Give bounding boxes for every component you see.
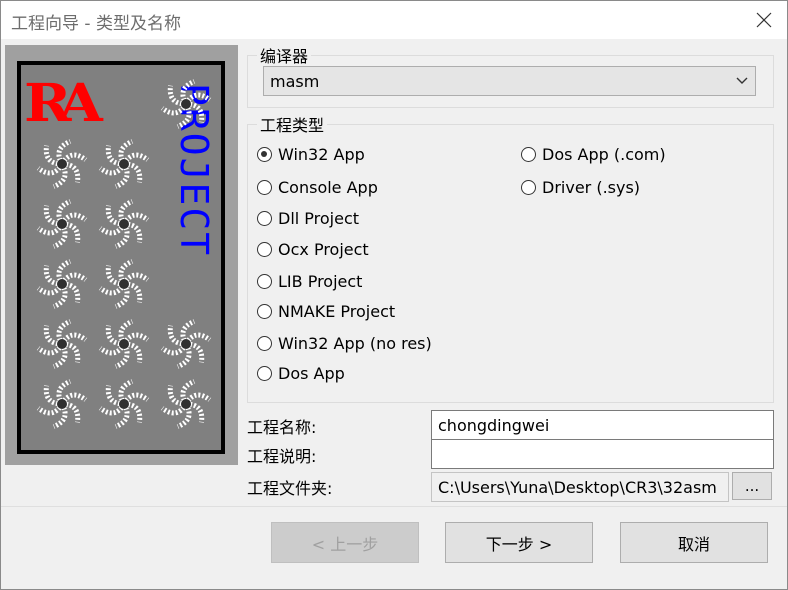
footer-separator: [1, 506, 787, 507]
radio-label: Win32 App: [278, 145, 365, 164]
project-image: RA PROJECT: [17, 61, 225, 454]
swirl-icon: [160, 379, 212, 429]
dialog-window: 工程向导 - 类型及名称 RA PROJECT 编译器 masm 工程类型 Wi…: [0, 0, 788, 590]
swirl-icon: [98, 319, 150, 369]
swirl-icon: [98, 379, 150, 429]
radio-win32-app-no-res[interactable]: Win32 App (no res): [257, 334, 432, 353]
window-title: 工程向导 - 类型及名称: [11, 14, 181, 34]
prev-button[interactable]: < 上一步: [271, 522, 419, 563]
radio-dot: [257, 274, 272, 289]
radio-label: NMAKE Project: [278, 302, 396, 321]
radio-label: Win32 App (no res): [278, 334, 432, 353]
radio-console-app[interactable]: Console App: [257, 178, 378, 197]
radio-dot: [257, 366, 272, 381]
radio-ocx-project[interactable]: Ocx Project: [257, 240, 369, 259]
radio-dot: [257, 147, 272, 162]
swirl-icon: [160, 319, 212, 369]
swirl-icon: [36, 139, 88, 189]
radio-dot: [257, 242, 272, 257]
close-icon: [756, 12, 772, 28]
swirl-icon: [36, 259, 88, 309]
radio-win32-app[interactable]: Win32 App: [257, 145, 365, 164]
project-type-group-label: 工程类型: [257, 112, 328, 136]
title-bar: 工程向导 - 类型及名称: [1, 1, 787, 39]
next-button[interactable]: 下一步 >: [445, 522, 593, 563]
compiler-select[interactable]: masm: [263, 66, 756, 96]
project-folder-label: 工程文件夹:: [247, 479, 333, 498]
radio-label: Driver (.sys): [542, 178, 641, 197]
swirl-icon: [160, 79, 212, 129]
radio-dot: [257, 211, 272, 226]
project-name-label: 工程名称:: [247, 418, 317, 437]
radio-dos-app-com[interactable]: Dos App (.com): [521, 145, 666, 164]
project-name-input[interactable]: chongdingwei: [431, 410, 774, 440]
radio-nmake-project[interactable]: NMAKE Project: [257, 302, 395, 321]
swirl-icon: [98, 259, 150, 309]
swirl-icon: [36, 379, 88, 429]
close-button[interactable]: [741, 1, 787, 39]
radio-dos-app[interactable]: Dos App: [257, 364, 345, 383]
radio-driver-sys[interactable]: Driver (.sys): [521, 178, 640, 197]
project-desc-label: 工程说明:: [247, 447, 317, 466]
radio-label: Dll Project: [278, 209, 360, 228]
radio-label: Ocx Project: [278, 240, 369, 259]
project-folder-input[interactable]: C:\Users\Yuna\Desktop\CR3\32asm: [431, 472, 729, 502]
project-image-panel: RA PROJECT: [5, 45, 238, 465]
swirl-icon: [98, 199, 150, 249]
radio-label: Dos App (.com): [542, 145, 666, 164]
radio-dot: [521, 180, 536, 195]
radio-dot: [257, 180, 272, 195]
logo-ra: RA: [24, 73, 103, 134]
radio-dot: [257, 336, 272, 351]
radio-label: Dos App: [278, 364, 345, 383]
compiler-group-label: 编译器: [257, 43, 312, 67]
cancel-button[interactable]: 取消: [620, 522, 768, 563]
swirl-icon: [36, 319, 88, 369]
project-type-group: [247, 124, 774, 403]
browse-folder-button[interactable]: ...: [732, 472, 772, 500]
project-desc-input[interactable]: [431, 439, 774, 469]
swirl-icon: [36, 199, 88, 249]
swirl-icon: [98, 139, 150, 189]
radio-label: LIB Project: [278, 272, 363, 291]
compiler-select-value: masm: [270, 71, 320, 91]
radio-dll-project[interactable]: Dll Project: [257, 209, 359, 228]
radio-label: Console App: [278, 178, 378, 197]
radio-dot: [521, 147, 536, 162]
chevron-down-icon: [736, 77, 748, 84]
radio-dot: [257, 304, 272, 319]
radio-lib-project[interactable]: LIB Project: [257, 272, 362, 291]
